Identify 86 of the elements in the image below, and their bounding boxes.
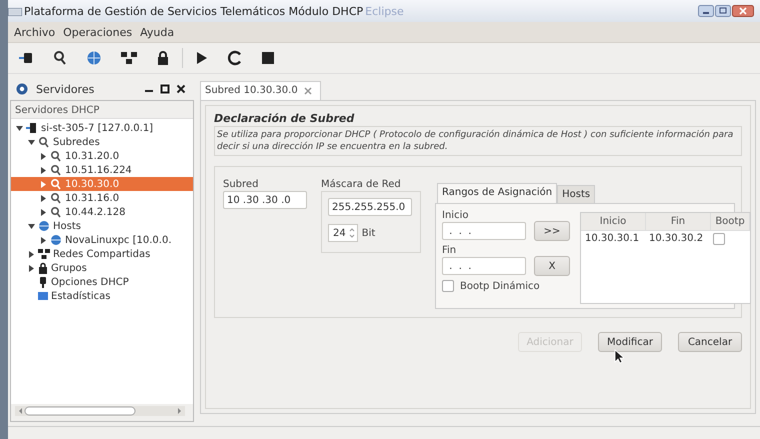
tree-label: Redes Compartidas [53, 248, 150, 260]
tree-item[interactable]: Estadísticas [11, 289, 193, 303]
view-title: Servidores [36, 82, 94, 96]
remove-range-button[interactable]: X [534, 256, 570, 276]
bits-spinner[interactable]: 24 [328, 224, 358, 242]
tree-label: 10.51.16.224 [65, 164, 132, 176]
close-icon[interactable] [732, 5, 754, 17]
magnifier-icon [50, 206, 62, 218]
checkbox[interactable] [442, 280, 454, 292]
menu-item[interactable]: Ayuda [140, 26, 174, 38]
tree-item[interactable]: Grupos [11, 261, 193, 275]
globe-icon[interactable] [86, 50, 102, 66]
globe-icon [50, 234, 62, 246]
subnet-field[interactable]: 10 .30 .30 .0 [223, 191, 307, 209]
tree-item[interactable]: Hosts [11, 219, 193, 233]
column-header[interactable]: Fin [646, 213, 711, 230]
network-icon[interactable] [120, 50, 138, 66]
network-icon [38, 248, 50, 260]
tab[interactable]: Hosts [557, 185, 596, 203]
field-label: Fin [442, 245, 458, 256]
action-button[interactable]: Cancelar [678, 332, 742, 352]
bits-unit: Bit [362, 228, 376, 238]
tree-item[interactable]: 10.51.16.224 [11, 163, 193, 177]
tree-item[interactable]: 10.31.20.0 [11, 149, 193, 163]
field-label: Máscara de Red [321, 179, 402, 190]
mask-field[interactable]: 255.255.255.0 [328, 198, 412, 216]
magnifier-icon [50, 150, 62, 162]
start-ip-field[interactable]: . . . [442, 222, 526, 240]
stop-icon[interactable] [261, 51, 275, 65]
tree-label: Hosts [53, 220, 81, 232]
table-cell-text: 10.30.30.1 [584, 232, 640, 246]
column-header[interactable]: Inicio [581, 213, 646, 230]
lock-icon[interactable] [156, 50, 170, 66]
tree-label: NovaLinuxpc [10.0.0. [65, 234, 172, 246]
tree-label: 10.44.2.128 [65, 206, 126, 218]
magnifier-icon [50, 192, 62, 204]
window-icon [8, 8, 22, 16]
tree-item[interactable]: 10.31.16.0 [11, 191, 193, 205]
tree-item[interactable]: 10.44.2.128 [11, 205, 193, 219]
cursor-icon [614, 349, 624, 364]
plug-icon [38, 276, 48, 288]
server-icon [26, 122, 38, 134]
search-icon[interactable] [52, 50, 68, 66]
play-icon[interactable] [195, 50, 209, 66]
field-label: Subred [223, 179, 260, 190]
tree-item[interactable]: Subredes [11, 135, 193, 149]
window-subtitle: Eclipse [365, 4, 404, 18]
description-text: Se utiliza para proporcionar DHCP ( Protocolo de configuración dinámica de Host ) con suficiente información para decir si una dirección IP se encuentra en la subred. [214, 126, 742, 156]
plug-icon[interactable] [18, 50, 34, 66]
window-title: Plataforma de Gestión de Servicios Telemáticos Módulo DHCP [24, 4, 364, 18]
tree-label: 10.31.16.0 [65, 192, 120, 204]
tab[interactable]: Rangos de Asignación [437, 183, 558, 203]
tree-label: Grupos [51, 262, 87, 274]
checkbox-label: Bootp Dinámico [460, 280, 540, 292]
end-ip-field[interactable]: . . . [442, 257, 526, 275]
collapse-arrow-icon[interactable] [28, 222, 34, 230]
close-icon[interactable] [176, 84, 186, 94]
tree-label: Opciones DHCP [51, 276, 129, 288]
tree-label: Estadísticas [51, 290, 110, 302]
tree-item[interactable]: Opciones DHCP [11, 275, 193, 289]
tree-item[interactable]: si-st-305-7 [127.0.0.1] [11, 121, 193, 135]
menu-item[interactable]: Archivo [14, 26, 56, 38]
target-icon [16, 83, 28, 95]
tree-label: si-st-305-7 [127.0.0.1] [41, 122, 154, 134]
tree-item[interactable]: Redes Compartidas [11, 247, 193, 261]
magnifier-icon [50, 178, 62, 190]
tree-heading: Servidores DHCP [11, 101, 193, 119]
magnifier-icon [38, 136, 50, 148]
action-button[interactable]: Modificar [598, 332, 662, 352]
menu-item[interactable]: Operaciones [63, 26, 132, 38]
globe-icon [38, 220, 50, 232]
maximize-icon[interactable] [160, 84, 170, 94]
field-label: Inicio [442, 210, 470, 221]
magnifier-icon [50, 164, 62, 176]
lock-icon [38, 262, 48, 274]
tree-item[interactable]: NovaLinuxpc [10.0.0. [11, 233, 193, 247]
section-title: Declaración de Subred [214, 112, 356, 125]
add-range-button[interactable]: >> [534, 221, 570, 241]
tree-label: 10.31.20.0 [65, 150, 120, 162]
refresh-icon[interactable] [227, 50, 243, 66]
column-header[interactable]: Bootp [711, 213, 750, 230]
checkbox[interactable] [713, 233, 725, 245]
tree-label: Subredes [53, 136, 100, 148]
editor-tab[interactable]: Subred 10.30.30.0 [200, 81, 321, 100]
tree-label: 10.30.30.0 [65, 178, 120, 190]
table-cell-text: 10.30.30.2 [648, 232, 704, 246]
